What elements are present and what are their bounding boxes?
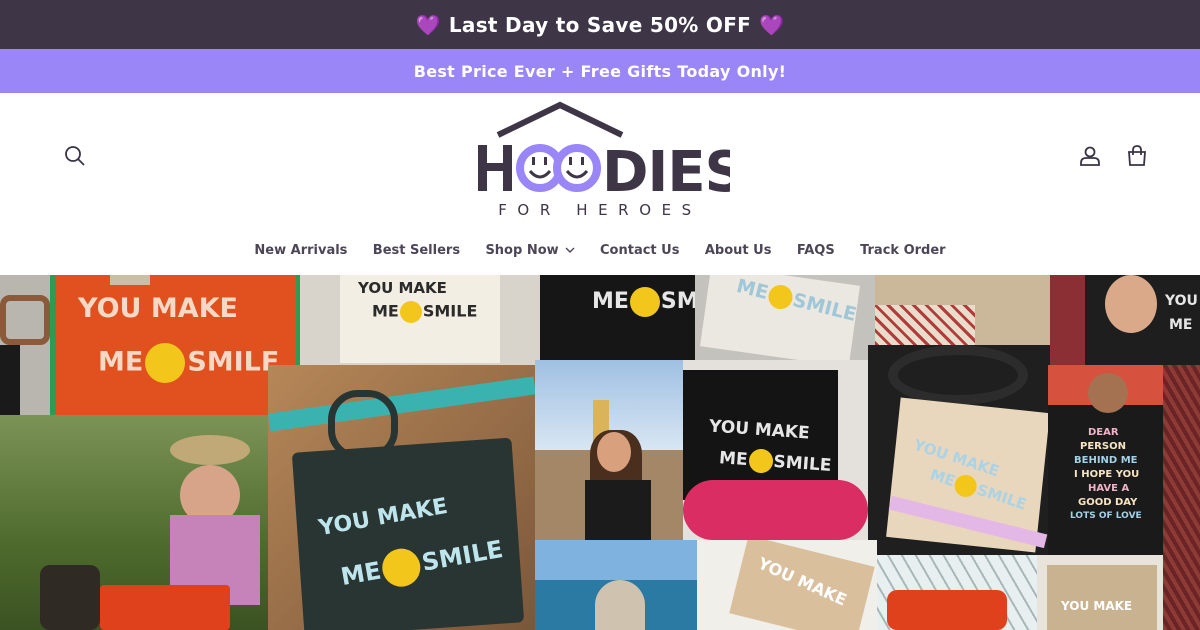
cart-button[interactable] [1121,140,1153,172]
collage-photo-white-bag: ME SMILE [695,275,875,365]
nav-label: FAQS [796,242,835,258]
hoodie-print-text: I HOPE YOU [1074,469,1140,480]
collage-photo-orange-bag: YOU MAKE ME SMILE [50,275,300,435]
nav-label: Contact Us [600,242,680,258]
nav-item-contact-us[interactable]: Contact Us [587,235,692,265]
purple-heart-icon: 💜 [759,12,785,37]
chevron-down-icon [565,247,575,253]
bag-print-text: MESMILE [372,301,477,323]
search-icon [65,146,85,166]
collage-photo-car-bag: YOU MAKE MESMILE [868,345,1050,555]
nav-label: Best Sellers [372,242,461,258]
collage-photo-bottom-bag: YOU MAKE [697,540,877,630]
hoodie-print-text: GOOD DAY [1078,497,1138,508]
svg-text:DIES: DIES [602,140,730,201]
nav-item-new-arrivals[interactable]: New Arrivals [242,235,360,265]
account-button[interactable] [1074,140,1106,172]
collage-photo-dark-bag: YOU MAKE ME SMILE [268,365,536,630]
collage-photo-black-bag: MESMIL [540,275,700,360]
nav-label: About Us [704,242,772,258]
bag-print-text: MESMILE [98,343,279,383]
nav-item-shop-now[interactable]: Shop Now [473,235,588,265]
announcement-bar-bottom: Best Price Ever + Free Gifts Today Only! [0,49,1200,93]
site-logo[interactable]: DIES FOR HEROES [470,101,745,219]
announcement-bar-top: 💜 Last Day to Save 50% OFF 💜 [0,0,1200,49]
collage-photo-red-fabric [1050,275,1090,365]
nav-item-track-order[interactable]: Track Order [847,235,958,265]
hoodie-print-text: DEAR [1088,427,1119,438]
nav-label: New Arrivals [254,242,348,258]
collage-photo-hoodie: DEAR PERSON BEHIND ME I HOPE YOU HAVE A … [1048,365,1163,555]
hoodie-print-text: PERSON [1080,441,1126,452]
bag-print-text: YOU MAKE [1061,599,1133,613]
bag-print-text: MESMIL [592,287,700,317]
smiley-patch-icon [399,301,422,323]
logo-subtitle: FOR HEROES [498,201,702,219]
collage-photo-garden [0,415,270,630]
smiley-patch-icon [379,545,424,590]
nav-item-best-sellers[interactable]: Best Sellers [360,235,473,265]
bag-print-text: YOU MAKE [358,279,447,297]
account-icon [1080,146,1100,166]
smiley-patch-icon [145,343,186,383]
collage-photo-red-knit [1163,365,1200,630]
nav-item-about-us[interactable]: About Us [692,235,784,265]
nav-item-faqs[interactable]: FAQS [784,235,847,265]
hoodie-print-text: LOTS OF LOVE [1070,511,1142,521]
announcement-top-text: Last Day to Save 50% OFF [448,12,752,37]
collage-photo-greenhouse [877,555,1037,630]
nav-label: Track Order [860,242,946,258]
smiley-patch-icon [629,287,660,317]
purple-heart-icon: 💜 [415,12,441,37]
hoodie-print-text: BEHIND ME [1074,455,1138,466]
bag-print-text: YOU [1165,293,1198,309]
logo-graphic: DIES [478,101,745,205]
collage-photo-black-bag-2: YOU MAKE ME SMILE [683,360,868,540]
collage-photo-person: YOU ME [1085,275,1200,365]
bag-print-text: YOU MAKE [78,293,238,324]
collage-photo-palace [535,360,683,540]
collage-photo-beach [535,540,697,630]
collage-photo-bottom-bag-2: YOU MAKE [1037,555,1163,630]
bag-print-text: ME [1169,317,1193,333]
collage-photo-cream-bag: YOU MAKE ME SMILE [300,275,540,365]
announcement-bottom-text: Best Price Ever + Free Gifts Today Only! [413,61,787,81]
main-navigation: New Arrivals Best Sellers Shop Now Conta… [0,235,1200,265]
hoodie-print-text: HAVE A [1088,483,1130,494]
smiley-patch-icon [747,448,774,474]
site-header: DIES FOR HEROES New Arrivals Best Seller… [0,93,1200,275]
search-button[interactable] [59,140,91,172]
nav-label: Shop Now [485,242,559,258]
hero-collage-banner[interactable]: YOU MAKE MESMILE YOU MAKE MESMILE MESMIL… [0,275,1200,630]
shopping-bag-icon [1128,145,1146,166]
